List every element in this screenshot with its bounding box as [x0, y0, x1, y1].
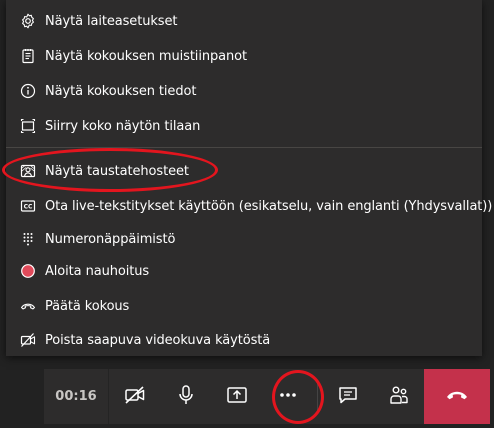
- menu-item-turn-off-incoming-video[interactable]: Poista saapuva videokuva käytöstä: [6, 324, 482, 356]
- hang-up-button[interactable]: [424, 369, 490, 424]
- menu-item-label: Ota live-tekstitykset käyttöön (esikatse…: [45, 198, 493, 214]
- menu-item-label: Numeronäppäimistö: [45, 231, 176, 247]
- background-effects-icon: [20, 163, 36, 179]
- menu-item-meeting-details[interactable]: Näytä kokouksen tiedot: [6, 75, 482, 107]
- more-options-icon: [276, 383, 300, 411]
- gear-icon: [20, 13, 36, 29]
- hang-up-icon: [444, 382, 470, 412]
- notes-icon: [20, 48, 36, 64]
- svg-text:CC: CC: [24, 204, 33, 211]
- menu-item-label: Siirry koko näytön tilaan: [45, 118, 201, 134]
- microphone-icon: [174, 383, 198, 411]
- chat-icon: [336, 383, 360, 411]
- menu-item-background-effects[interactable]: Näytä taustatehosteet: [6, 155, 482, 187]
- info-icon: [20, 83, 36, 99]
- menu-item-label: Näytä kokouksen muistiinpanot: [45, 48, 247, 64]
- menu-item-start-recording[interactable]: Aloita nauhoitus: [6, 255, 482, 287]
- camera-toggle-button[interactable]: [109, 369, 160, 424]
- share-screen-icon: [225, 383, 249, 411]
- menu-divider: [6, 147, 482, 148]
- captions-icon: CC: [20, 198, 36, 214]
- menu-item-label: Aloita nauhoitus: [45, 263, 150, 279]
- share-screen-button[interactable]: [211, 369, 262, 424]
- dialpad-icon: [20, 231, 36, 247]
- video-off-icon: [20, 332, 36, 348]
- menu-item-dialpad[interactable]: Numeronäppäimistö: [6, 223, 482, 255]
- menu-item-meeting-notes[interactable]: Näytä kokouksen muistiinpanot: [6, 40, 482, 72]
- participants-icon: [387, 383, 411, 411]
- menu-item-label: Poista saapuva videokuva käytöstä: [45, 332, 271, 348]
- menu-item-label: Näytä kokouksen tiedot: [45, 83, 197, 99]
- meeting-control-bar: 00:16: [44, 369, 490, 424]
- record-icon: [20, 263, 36, 279]
- menu-item-live-captions[interactable]: CC Ota live-tekstitykset käyttöön (esika…: [6, 190, 492, 222]
- more-actions-button[interactable]: [262, 369, 313, 424]
- fullscreen-icon: [20, 118, 36, 134]
- menu-item-label: Päätä kokous: [45, 298, 130, 314]
- menu-item-label: Näytä laiteasetukset: [45, 13, 178, 29]
- meeting-stage: Näytä laiteasetukset Näytä kokouksen mui…: [0, 0, 494, 428]
- participants-button[interactable]: [373, 369, 424, 424]
- menu-item-label: Näytä taustatehosteet: [45, 163, 189, 179]
- more-actions-menu: Näytä laiteasetukset Näytä kokouksen mui…: [6, 0, 492, 356]
- call-timer: 00:16: [44, 369, 109, 424]
- camera-off-icon: [123, 383, 147, 411]
- toolbar-divider: [317, 383, 318, 410]
- menu-item-device-settings[interactable]: Näytä laiteasetukset: [6, 5, 482, 37]
- menu-item-end-meeting[interactable]: Päätä kokous: [6, 290, 482, 322]
- end-meeting-icon: [20, 298, 36, 314]
- chat-button[interactable]: [322, 369, 373, 424]
- menu-item-fullscreen[interactable]: Siirry koko näytön tilaan: [6, 110, 482, 142]
- mic-toggle-button[interactable]: [160, 369, 211, 424]
